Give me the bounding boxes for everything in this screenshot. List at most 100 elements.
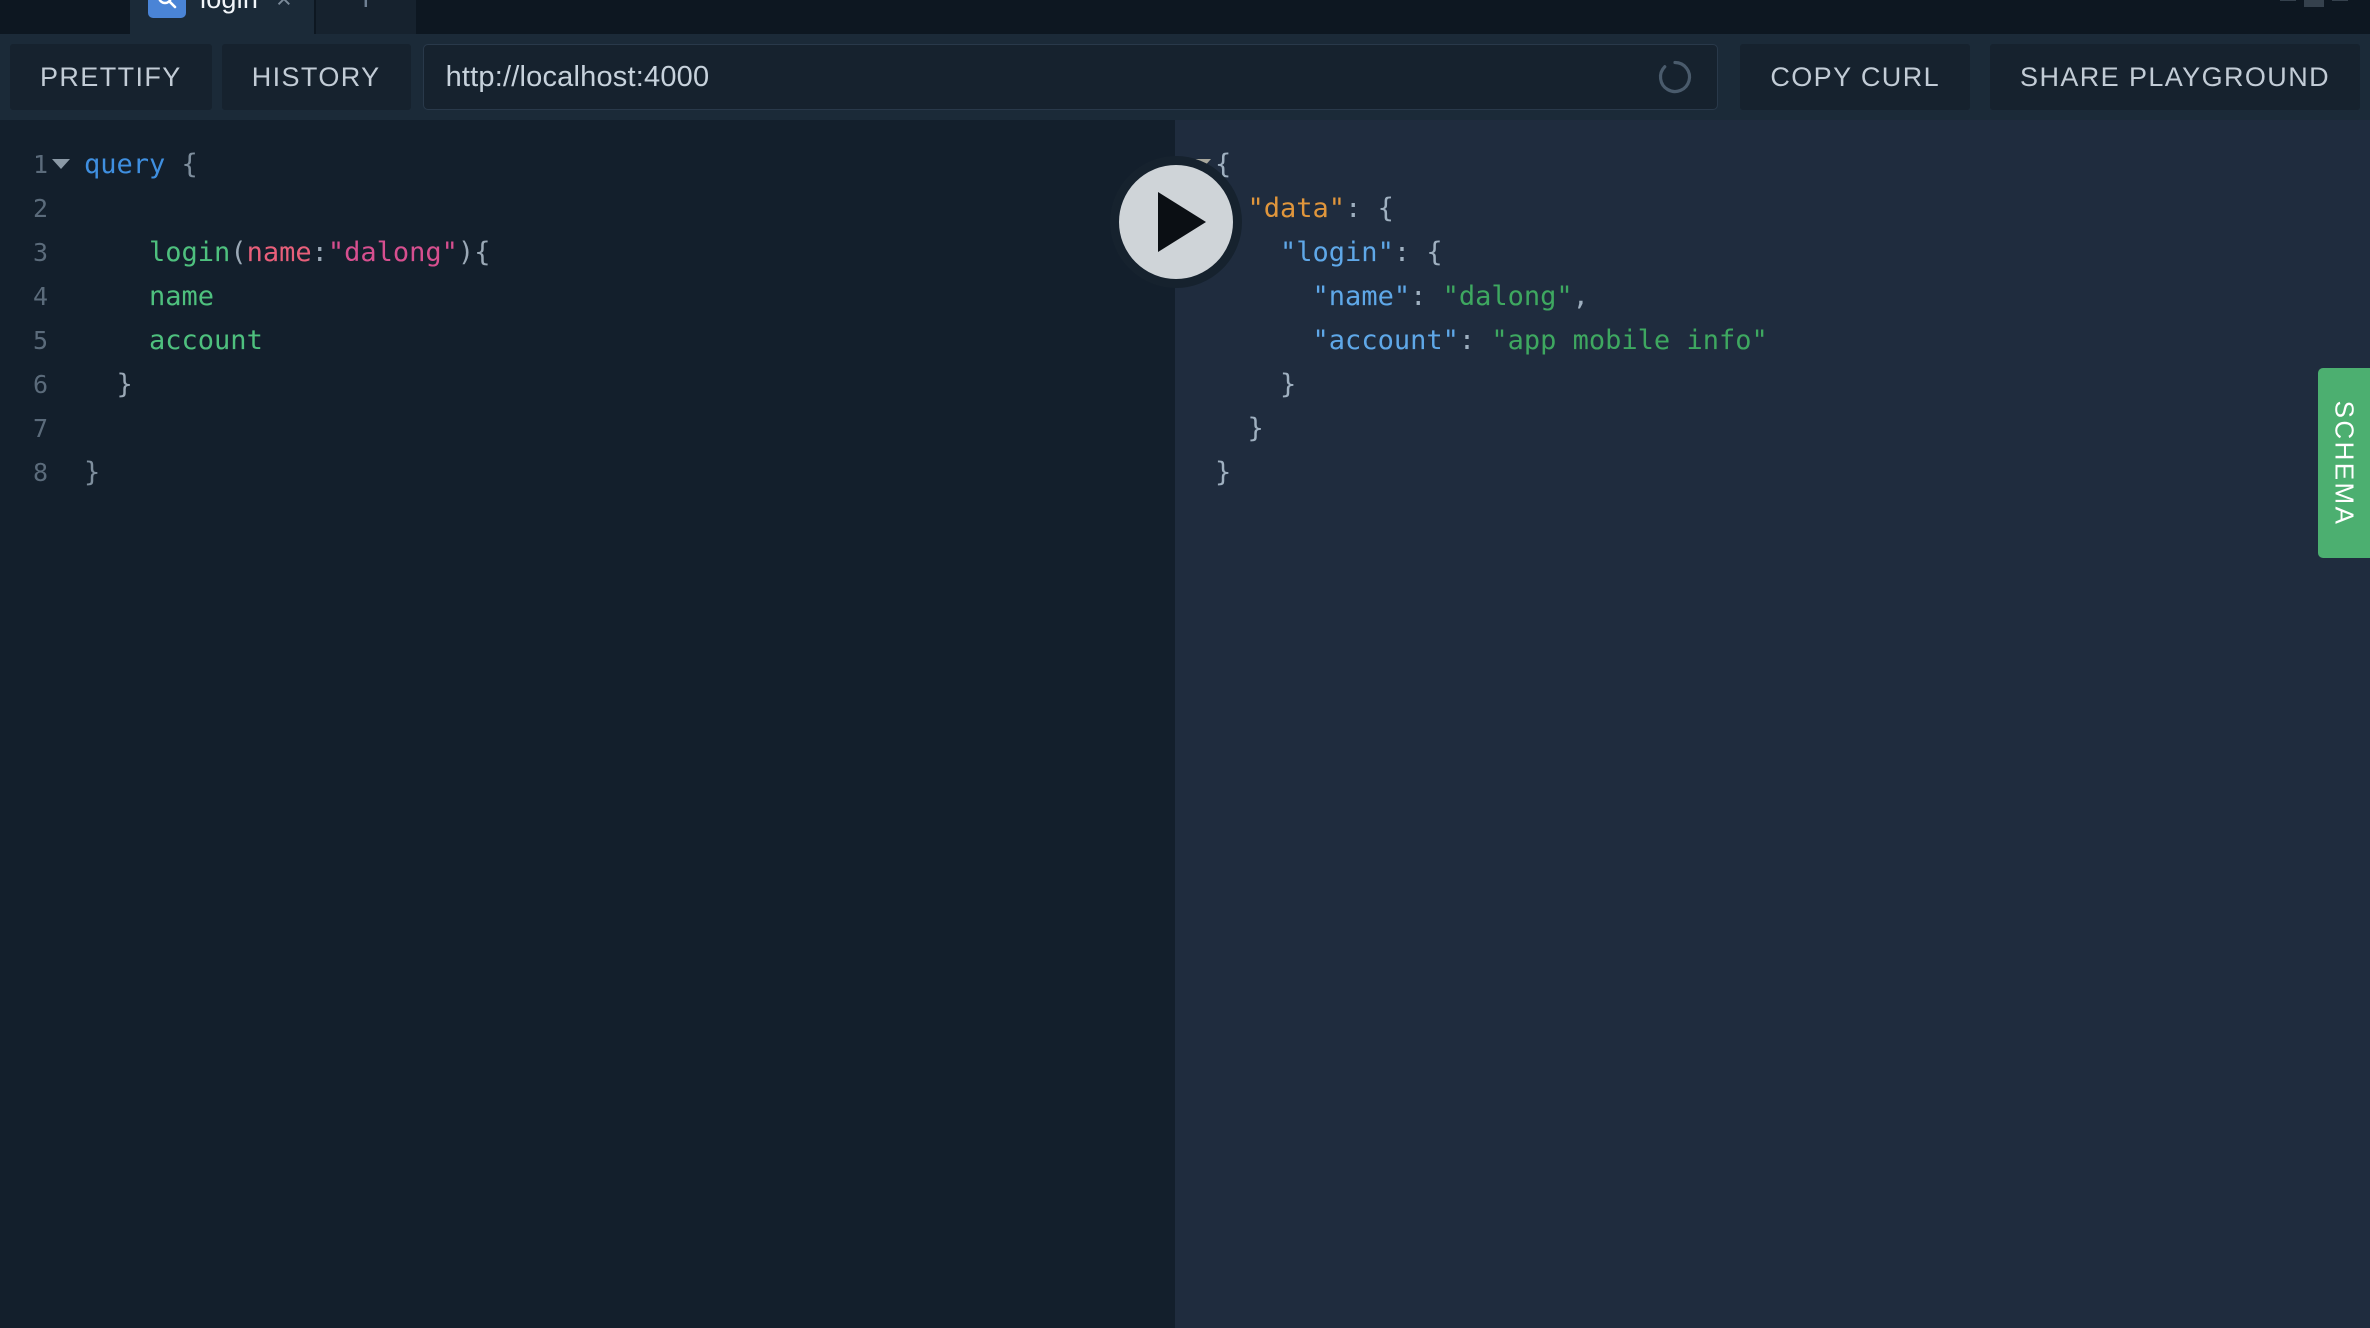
- editor-line: 1 query {: [0, 142, 1175, 186]
- response-line-code: "login": {: [1215, 237, 2370, 268]
- copy-curl-button[interactable]: COPY CURL: [1740, 44, 1971, 110]
- editor-line: 4 name: [0, 274, 1175, 318]
- response-pane[interactable]: { "data": { "login": { "name": "dalong",…: [1175, 120, 2370, 1328]
- response-line-code: "name": "dalong",: [1215, 281, 2370, 312]
- query-editor-lines[interactable]: 1 query {2 3 login(name:"dalong"){4 name 5 …: [0, 142, 1175, 494]
- line-number: 4: [32, 281, 48, 311]
- close-icon[interactable]: ×: [276, 0, 292, 13]
- code-token: name: [246, 236, 312, 268]
- response-line-code: }: [1215, 369, 2370, 400]
- json-token: :: [1393, 236, 1427, 268]
- editor-line-code: login(name:"dalong"){: [74, 237, 1175, 268]
- editor-line: 8}: [0, 450, 1175, 494]
- response-line-code: "data": {: [1215, 193, 2370, 224]
- json-token: :: [1458, 324, 1492, 356]
- json-token: :: [1345, 192, 1378, 224]
- line-number: 7: [32, 413, 48, 443]
- code-token: {: [474, 236, 491, 268]
- line-number: 6: [32, 369, 48, 399]
- window-controls[interactable]: [2280, 0, 2370, 34]
- execute-query-button[interactable]: [1110, 156, 1242, 288]
- editor-line-code: name: [74, 281, 1175, 312]
- response-line: "name": "dalong",: [1175, 274, 2370, 318]
- response-line-code: {: [1215, 149, 2370, 180]
- editor-line: 5 account: [0, 318, 1175, 362]
- code-token: {: [181, 148, 198, 180]
- code-token: ): [457, 236, 475, 268]
- response-line-code: }: [1215, 457, 2370, 488]
- toolbar: PRETTIFY HISTORY http://localhost:4000 C…: [0, 34, 2370, 120]
- playground-root: login × + PRETTIFY HISTORY http://localh…: [0, 0, 2370, 1328]
- json-token: "dalong": [1442, 280, 1573, 312]
- line-number: 2: [32, 193, 48, 223]
- fold-toggle-icon[interactable]: [48, 159, 74, 169]
- chevron-down-icon: [52, 159, 70, 169]
- close-window-icon[interactable]: [2332, 0, 2348, 1]
- editor-line-code: }: [74, 369, 1175, 400]
- code-token: name: [149, 280, 215, 312]
- schema-tab-label: SCHEMA: [2329, 400, 2360, 526]
- prettify-button[interactable]: PRETTIFY: [10, 44, 212, 110]
- endpoint-url-input[interactable]: http://localhost:4000: [422, 44, 1719, 110]
- editor-line: 3 login(name:"dalong"){: [0, 230, 1175, 274]
- line-number: 8: [32, 457, 48, 487]
- json-token: }: [1215, 456, 1232, 488]
- maximize-icon[interactable]: [2304, 0, 2324, 7]
- response-line: }: [1175, 450, 2370, 494]
- code-token: }: [116, 368, 133, 400]
- toolbar-right-actions: COPY CURL SHARE PLAYGROUND: [1730, 44, 2370, 110]
- response-line: "account": "app mobile info": [1175, 318, 2370, 362]
- main-split: 1 query {2 3 login(name:"dalong"){4 name 5 …: [0, 120, 2370, 1328]
- response-line: "login": {: [1175, 230, 2370, 274]
- editor-line-code: }: [74, 457, 1175, 488]
- response-line-code: "account": "app mobile info": [1215, 325, 2370, 356]
- json-token: }: [1247, 412, 1264, 444]
- json-token: "name": [1312, 280, 1411, 312]
- code-token: }: [84, 456, 101, 488]
- graphql-query-icon: [148, 0, 186, 18]
- reload-spinner-icon[interactable]: [1655, 57, 1695, 97]
- new-tab-button[interactable]: +: [315, 0, 416, 34]
- query-editor-pane[interactable]: 1 query {2 3 login(name:"dalong"){4 name 5 …: [0, 120, 1175, 1328]
- tab-label: login: [200, 0, 258, 15]
- response-line: {: [1175, 142, 2370, 186]
- json-token: ,: [1572, 280, 1589, 312]
- response-line-code: }: [1215, 413, 2370, 444]
- line-number: 5: [32, 325, 48, 355]
- response-line: }: [1175, 362, 2370, 406]
- line-number: 1: [32, 149, 48, 179]
- minimize-icon[interactable]: [2280, 0, 2296, 1]
- editor-line: 2: [0, 186, 1175, 230]
- schema-tab[interactable]: SCHEMA: [2318, 368, 2370, 558]
- response-json-lines: { "data": { "login": { "name": "dalong",…: [1175, 142, 2370, 494]
- json-token: :: [1410, 280, 1443, 312]
- response-line: }: [1175, 406, 2370, 450]
- code-token: login: [149, 236, 231, 268]
- line-number: 3: [32, 237, 48, 267]
- editor-line: 7: [0, 406, 1175, 450]
- json-token: "app mobile info": [1491, 324, 1768, 356]
- json-token: {: [1377, 192, 1394, 224]
- editor-line: 6 }: [0, 362, 1175, 406]
- tab-login[interactable]: login ×: [130, 0, 314, 34]
- code-token: account: [149, 324, 263, 356]
- editor-line-code: account: [74, 325, 1175, 356]
- tab-bar: login × +: [0, 0, 2370, 34]
- json-token: "login": [1280, 236, 1394, 268]
- code-token: query: [84, 148, 166, 180]
- editor-line-code: query {: [74, 149, 1175, 180]
- json-token: "account": [1312, 324, 1459, 356]
- code-token: (: [230, 236, 247, 268]
- share-playground-button[interactable]: SHARE PLAYGROUND: [1990, 44, 2360, 110]
- history-button[interactable]: HISTORY: [221, 44, 411, 110]
- json-token: {: [1426, 236, 1443, 268]
- json-token: }: [1280, 368, 1297, 400]
- endpoint-url-value: http://localhost:4000: [445, 60, 710, 93]
